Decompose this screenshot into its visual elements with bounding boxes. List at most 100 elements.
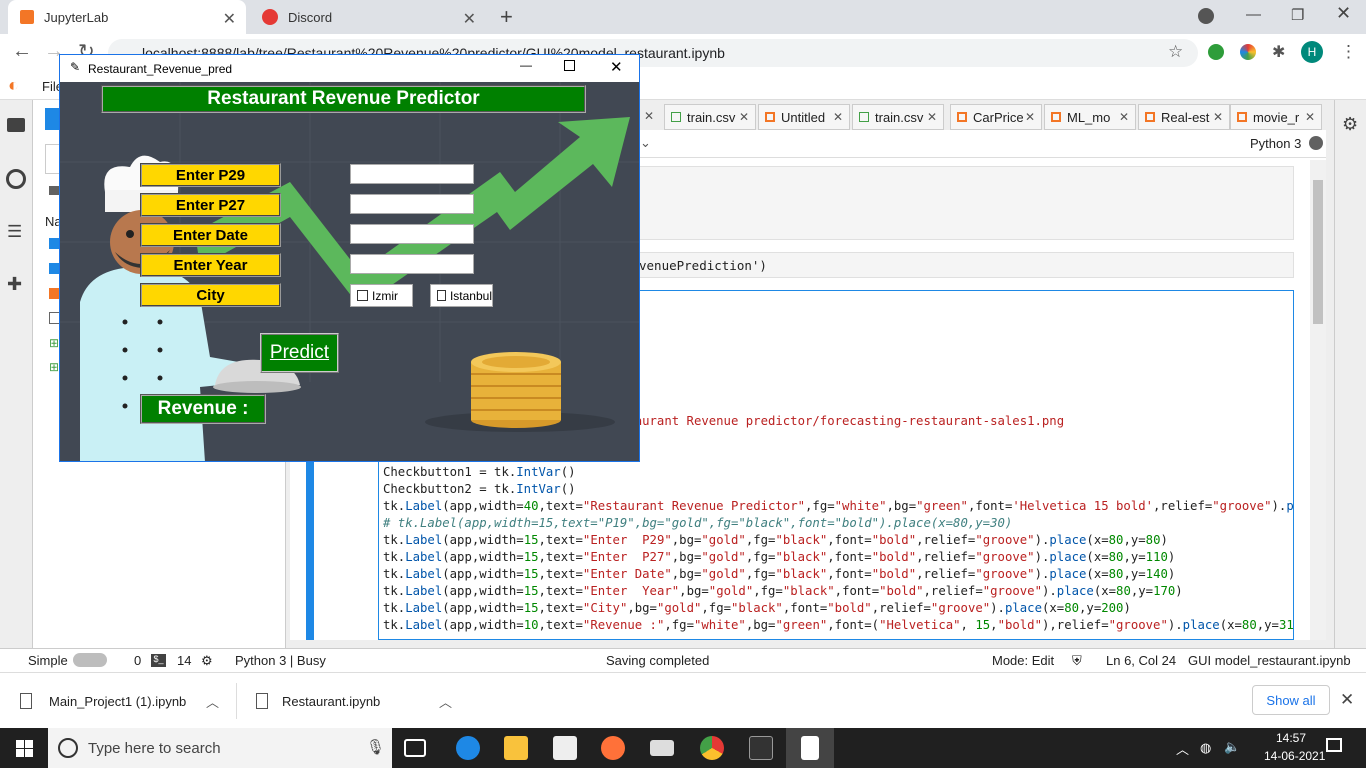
close-tab-icon[interactable]: ✕ bbox=[739, 110, 749, 124]
notebook-tab[interactable]: CarPrice ✕ bbox=[950, 104, 1042, 130]
download-item[interactable]: Restaurant.ipynb ︿ bbox=[256, 673, 471, 729]
running-icon[interactable] bbox=[6, 169, 26, 189]
commands-icon[interactable]: ☰ bbox=[7, 222, 22, 242]
code-token: "City" bbox=[582, 601, 628, 615]
browser-tab-discord[interactable]: Discord ✕ bbox=[250, 0, 486, 34]
tk-window[interactable]: ✎ Restaurant_Revenue_pred — ✕ Restaurant… bbox=[59, 54, 640, 462]
mail-icon[interactable] bbox=[650, 740, 674, 756]
volume-icon[interactable]: 🔈 bbox=[1224, 739, 1240, 755]
minimize-icon[interactable]: — bbox=[1246, 6, 1261, 23]
taskbar-search-box[interactable]: Type here to search 🎙 bbox=[48, 728, 392, 768]
close-tab-icon[interactable]: ✕ bbox=[463, 9, 476, 29]
kernel-name[interactable]: Python 3 bbox=[1250, 136, 1301, 151]
windows-start-icon[interactable] bbox=[16, 740, 33, 757]
kernel-status[interactable]: Python 3 | Busy bbox=[235, 653, 326, 668]
code-line: tk.Label(app,width=10,text="Revenue :",f… bbox=[383, 618, 1293, 632]
p27-input[interactable] bbox=[350, 194, 474, 214]
code-token: Label bbox=[405, 618, 443, 632]
tk-titlebar[interactable]: ✎ Restaurant_Revenue_pred — ✕ bbox=[60, 55, 639, 82]
close-tab-icon[interactable]: ✕ bbox=[223, 9, 236, 29]
notebook-tab[interactable]: movie_r ✕ bbox=[1230, 104, 1322, 130]
tk-maximize-icon[interactable] bbox=[564, 60, 575, 71]
close-shelf-icon[interactable]: ✕ bbox=[1340, 690, 1354, 710]
profile-dropdown-icon[interactable] bbox=[1198, 8, 1214, 24]
notepad-icon[interactable] bbox=[801, 736, 819, 760]
close-tab-icon[interactable]: ✕ bbox=[1213, 110, 1223, 124]
downloads-shelf: Main_Project1 (1).ipynb ︿ Restaurant.ipy… bbox=[0, 672, 1366, 728]
code-line: Checkbutton1 = tk.IntVar() bbox=[383, 465, 576, 479]
back-icon[interactable]: ← bbox=[12, 40, 32, 63]
microphone-icon[interactable]: 🎙 bbox=[366, 738, 385, 756]
notebook-tab[interactable]: Real-est ✕ bbox=[1138, 104, 1230, 130]
cell-type-dropdown-chevron-icon[interactable]: ⌄ bbox=[640, 135, 651, 151]
file-explorer-icon[interactable] bbox=[504, 736, 528, 760]
izmir-checkbox[interactable]: Izmir bbox=[350, 284, 413, 307]
bookmark-star-icon[interactable]: ☆ bbox=[1168, 42, 1183, 62]
edge-icon[interactable] bbox=[456, 736, 480, 760]
notebook-tab[interactable]: ML_mo ✕ bbox=[1044, 104, 1136, 130]
notebook-tab[interactable]: train.csv ✕ bbox=[852, 104, 944, 130]
notebook-tab[interactable]: Untitled ✕ bbox=[758, 104, 850, 130]
code-token: ,text= bbox=[538, 618, 583, 632]
download-item[interactable]: Main_Project1 (1).ipynb ︿ bbox=[20, 673, 235, 729]
close-tab-icon[interactable]: ✕ bbox=[644, 109, 654, 123]
simple-mode-toggle[interactable] bbox=[73, 653, 107, 667]
close-tab-icon[interactable]: ✕ bbox=[1025, 110, 1035, 124]
extension-green-icon[interactable] bbox=[1208, 44, 1224, 60]
code-token: ,y= bbox=[1130, 584, 1154, 598]
chevron-up-icon[interactable]: ︿ bbox=[439, 692, 452, 711]
chevron-up-icon[interactable]: ︿ bbox=[206, 692, 219, 711]
browser-tab-jupyterlab[interactable]: JupyterLab ✕ bbox=[8, 0, 246, 34]
new-launcher-button[interactable] bbox=[45, 108, 59, 130]
close-tab-icon[interactable]: ✕ bbox=[1119, 110, 1129, 124]
notifications-icon[interactable] bbox=[1326, 738, 1342, 752]
terminal-app-icon[interactable] bbox=[749, 736, 773, 760]
clock-time[interactable]: 14:57 bbox=[1276, 731, 1306, 745]
close-tab-icon[interactable]: ✕ bbox=[1305, 110, 1315, 124]
year-input[interactable] bbox=[350, 254, 474, 274]
show-all-button[interactable]: Show all bbox=[1252, 685, 1330, 715]
tray-chevron-up-icon[interactable]: ︿ bbox=[1176, 739, 1189, 758]
code-line: tk.Label(app,width=15,text="City",bg="go… bbox=[383, 601, 1131, 615]
code-cell[interactable]: venuePrediction') bbox=[638, 252, 1294, 278]
tk-close-icon[interactable]: ✕ bbox=[610, 58, 623, 76]
close-window-icon[interactable]: ✕ bbox=[1336, 3, 1351, 24]
extensions-puzzle-icon[interactable]: ✱ bbox=[1272, 42, 1285, 62]
scroll-thumb[interactable] bbox=[1313, 180, 1323, 324]
extension-manager-icon[interactable]: ✚ bbox=[7, 274, 22, 295]
code-token: (app,width= bbox=[442, 601, 524, 615]
settings-gear-icon[interactable]: ⚙ bbox=[201, 653, 213, 669]
notebook-tab-label: Untitled bbox=[781, 109, 826, 125]
cursor-position[interactable]: Ln 6, Col 24 bbox=[1106, 653, 1176, 668]
code-token: Label bbox=[405, 550, 443, 564]
notebook-scrollbar[interactable] bbox=[1310, 160, 1326, 640]
notebook-tab[interactable]: train.csv ✕ bbox=[664, 104, 756, 130]
restore-icon[interactable]: ❐ bbox=[1291, 6, 1304, 24]
new-tab-icon[interactable]: + bbox=[500, 4, 513, 30]
task-view-icon[interactable] bbox=[404, 739, 426, 757]
code-token: 140 bbox=[1145, 567, 1168, 581]
checkbox-box[interactable] bbox=[357, 290, 368, 301]
browser-menu-icon[interactable]: ⋮ bbox=[1340, 42, 1357, 62]
folder-icon[interactable] bbox=[7, 118, 25, 132]
extension-color-icon[interactable] bbox=[1240, 44, 1256, 60]
profile-avatar[interactable]: H bbox=[1301, 41, 1323, 63]
p29-input[interactable] bbox=[350, 164, 474, 184]
code-token: Label bbox=[405, 601, 443, 615]
firefox-icon[interactable] bbox=[601, 736, 625, 760]
store-icon[interactable] bbox=[553, 736, 577, 760]
chrome-icon[interactable] bbox=[700, 736, 724, 760]
istanbul-checkbox[interactable]: Istanbul bbox=[430, 284, 493, 307]
predict-button[interactable]: Predict bbox=[260, 333, 339, 373]
output-cell[interactable] bbox=[638, 166, 1294, 240]
close-tab-icon[interactable]: ✕ bbox=[833, 110, 843, 124]
clock-date[interactable]: 14-06-2021 bbox=[1264, 749, 1325, 763]
close-tab-icon[interactable]: ✕ bbox=[927, 110, 937, 124]
property-inspector-icon[interactable]: ⚙ bbox=[1342, 114, 1358, 135]
date-input[interactable] bbox=[350, 224, 474, 244]
network-icon[interactable]: ◍ bbox=[1200, 740, 1211, 756]
code-token: ,text= bbox=[538, 499, 583, 513]
checkbox-box[interactable] bbox=[437, 290, 446, 301]
code-token: ). bbox=[1271, 499, 1287, 513]
tk-minimize-icon[interactable]: — bbox=[520, 58, 532, 72]
